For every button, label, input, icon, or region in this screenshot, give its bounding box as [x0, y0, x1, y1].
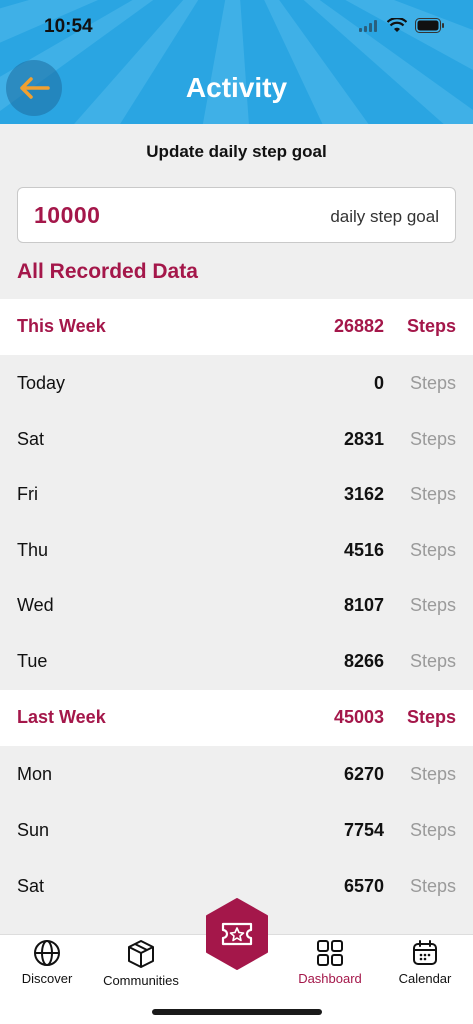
- week-total: 26882: [333, 316, 384, 336]
- section-title: All Recorded Data: [17, 260, 198, 283]
- day-unit: Steps: [409, 764, 456, 784]
- center-action-button[interactable]: [204, 897, 270, 971]
- grid-icon: [317, 940, 343, 966]
- day-row: Wed 8107 Steps: [0, 578, 473, 634]
- globe-icon: [34, 940, 60, 966]
- battery-icon: [415, 18, 444, 33]
- day-row: Fri 3162 Steps: [0, 467, 473, 523]
- signal-icon: [359, 19, 377, 32]
- day-unit: Steps: [409, 373, 456, 393]
- header: 10:54 Activity: [0, 0, 473, 124]
- day-steps: 0: [373, 373, 384, 393]
- day-unit: Steps: [409, 820, 456, 840]
- week-summary-row: Last Week 45003 Steps: [0, 690, 473, 746]
- day-label: Thu: [17, 540, 49, 560]
- nav-calendar[interactable]: Calendar: [378, 939, 472, 986]
- day-unit: Steps: [409, 876, 456, 896]
- day-row: Tue 8266 Steps: [0, 634, 473, 690]
- wifi-icon: [387, 18, 407, 32]
- day-label: Tue: [17, 651, 48, 671]
- day-unit: Steps: [409, 429, 456, 449]
- cube-icon: [128, 940, 154, 968]
- day-steps: 3162: [343, 484, 384, 504]
- nav-label: Discover: [21, 971, 73, 986]
- day-unit: Steps: [409, 484, 456, 504]
- week-unit: Steps: [406, 316, 456, 336]
- nav-label: Communities: [103, 973, 179, 988]
- day-steps: 2831: [343, 429, 384, 449]
- status-icons: [359, 18, 445, 33]
- status-bar: 10:54: [0, 0, 473, 54]
- day-steps: 6570: [343, 876, 384, 896]
- step-goal-unit: daily step goal: [330, 207, 439, 226]
- nav-dashboard[interactable]: Dashboard: [283, 939, 377, 986]
- week-unit: Steps: [406, 707, 456, 727]
- day-steps: 7754: [343, 820, 384, 840]
- day-unit: Steps: [409, 540, 456, 560]
- home-indicator: [152, 1009, 322, 1015]
- day-steps: 6270: [343, 764, 384, 784]
- day-label: Sun: [17, 820, 50, 840]
- day-row: Sun 7754 Steps: [0, 803, 473, 859]
- day-label: Sat: [17, 876, 45, 896]
- hexagon-button: [206, 898, 268, 970]
- day-row: Sat 2831 Steps: [0, 412, 473, 468]
- calendar-icon: [413, 940, 437, 965]
- week-summary-row: This Week 26882 Steps: [0, 299, 473, 355]
- week-label: Last Week: [17, 707, 106, 727]
- nav-label: Dashboard: [298, 971, 362, 986]
- day-row: Mon 6270 Steps: [0, 747, 473, 803]
- day-row: Thu 4516 Steps: [0, 523, 473, 579]
- day-steps: 8266: [343, 651, 384, 671]
- day-label: Fri: [17, 484, 38, 504]
- step-goal-value[interactable]: 10000: [34, 202, 100, 229]
- week-label: This Week: [17, 316, 106, 336]
- day-label: Sat: [17, 429, 45, 449]
- nav-discover[interactable]: Discover: [0, 939, 94, 986]
- step-goal-input[interactable]: 10000 daily step goal: [17, 187, 456, 243]
- day-unit: Steps: [409, 595, 456, 615]
- nav-communities[interactable]: Communities: [94, 939, 188, 988]
- day-steps: 8107: [343, 595, 384, 615]
- day-label: Today: [17, 373, 66, 393]
- day-label: Mon: [17, 764, 53, 784]
- day-row: Today 0 Steps: [0, 356, 473, 412]
- page-title: Activity: [185, 72, 288, 103]
- day-steps: 4516: [343, 540, 384, 560]
- status-time: 10:54: [44, 16, 93, 37]
- week-total: 45003: [333, 707, 384, 727]
- nav-label: Calendar: [398, 971, 452, 986]
- day-unit: Steps: [409, 651, 456, 671]
- goal-label: Update daily step goal: [146, 142, 327, 161]
- activity-sheet: Update daily step goal 10000 daily step …: [0, 124, 473, 934]
- day-label: Wed: [17, 595, 54, 615]
